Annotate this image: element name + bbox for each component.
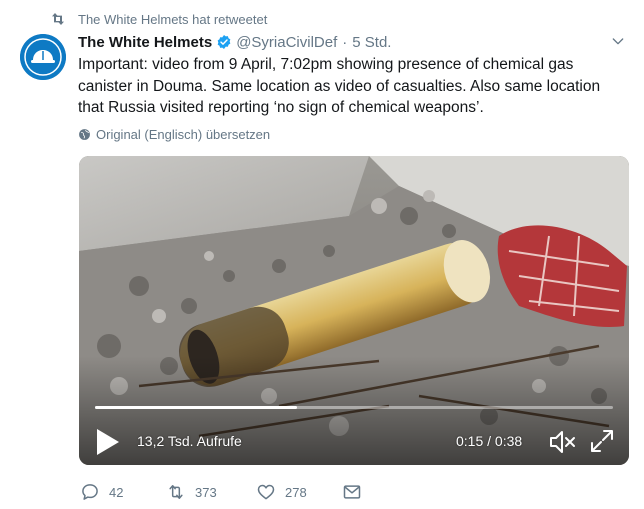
play-icon[interactable] — [93, 427, 121, 457]
reply-icon — [82, 484, 98, 500]
tweet-text: Important: video from 9 April, 7:02pm sh… — [78, 56, 601, 116]
mute-icon[interactable] — [549, 429, 577, 455]
translate-label: Original (Englisch) übersetzen — [96, 127, 271, 142]
tweet-timestamp[interactable]: 5 Std. — [352, 34, 391, 51]
retweet-context-label: The White Helmets hat retweetet — [78, 11, 268, 27]
video-player[interactable]: 13,2 Tsd. Aufrufe 0:15 / 0:38 — [79, 156, 629, 465]
like-button[interactable]: 278 — [256, 482, 307, 502]
author-handle[interactable]: @SyriaCivilDef — [236, 34, 337, 51]
reply-button[interactable]: 42 — [80, 482, 123, 502]
fullscreen-icon[interactable] — [589, 428, 615, 454]
direct-message-icon — [343, 485, 361, 499]
view-count: 13,2 Tsd. Aufrufe — [137, 433, 242, 449]
video-progress-bar[interactable] — [95, 406, 613, 409]
verified-icon — [217, 35, 231, 49]
retweet-context[interactable]: The White Helmets hat retweetet — [50, 10, 267, 28]
tweet-header: The White Helmets @SyriaCivilDef · 5 Std… — [78, 31, 634, 53]
direct-message-button[interactable] — [342, 482, 371, 502]
retweet-icon — [52, 13, 64, 25]
author-name[interactable]: The White Helmets — [78, 34, 212, 51]
globe-icon — [79, 129, 90, 140]
retweet-count: 373 — [195, 484, 217, 500]
like-icon — [257, 484, 275, 500]
like-count: 278 — [285, 484, 307, 500]
video-controls: 13,2 Tsd. Aufrufe 0:15 / 0:38 — [79, 421, 629, 461]
video-progress-fill — [95, 406, 298, 409]
translate-link[interactable]: Original (Englisch) übersetzen — [78, 127, 270, 142]
header-separator: · — [342, 33, 348, 51]
white-helmets-logo — [20, 34, 66, 80]
avatar[interactable] — [20, 34, 66, 80]
chevron-down-icon[interactable] — [610, 33, 626, 49]
tweet-actions: 42 373 278 — [80, 482, 380, 504]
retweet-icon — [169, 485, 183, 499]
video-frame — [79, 156, 629, 465]
video-timecode: 0:15 / 0:38 — [456, 433, 523, 449]
reply-count: 42 — [109, 484, 124, 500]
retweet-button[interactable]: 373 — [166, 482, 217, 502]
